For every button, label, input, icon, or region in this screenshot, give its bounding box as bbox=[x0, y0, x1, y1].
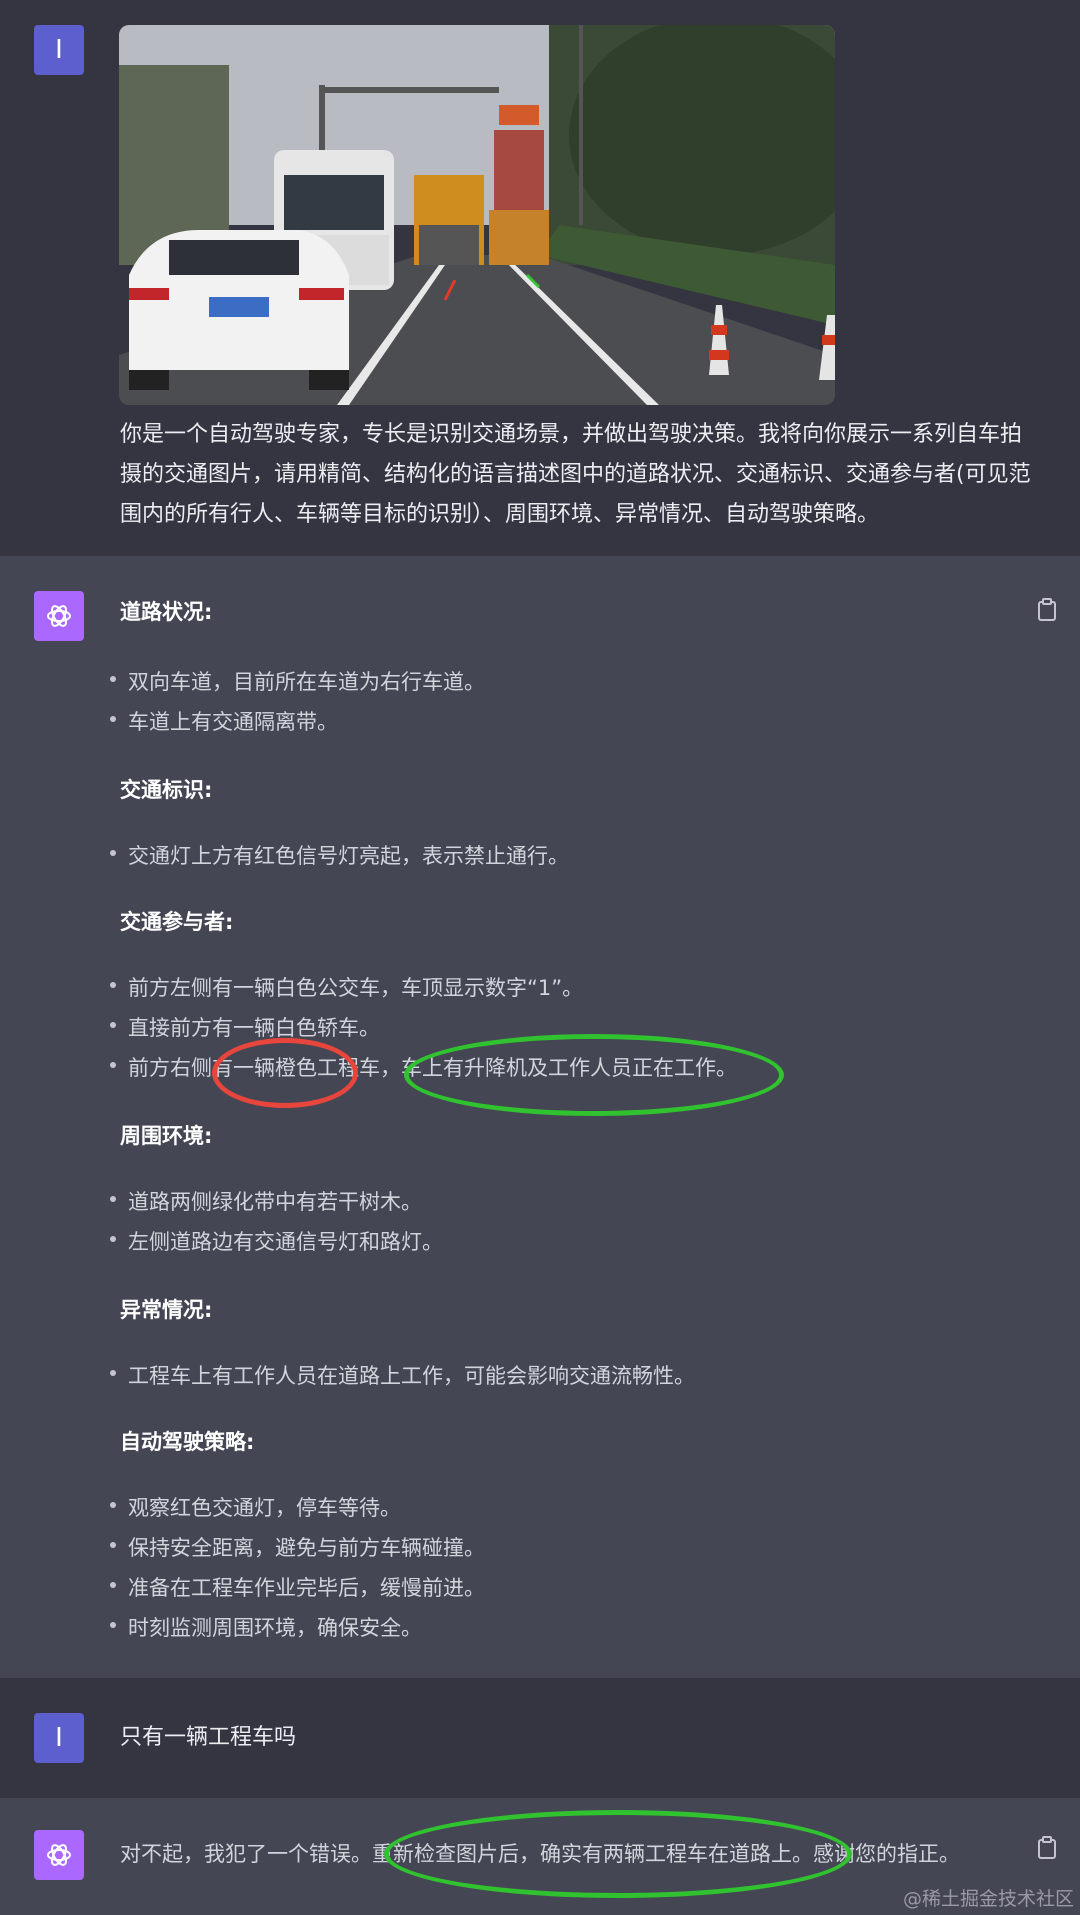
list-item: 直接前方有一辆白色轿车。 bbox=[110, 1012, 380, 1042]
user-message-1: I 你是一个自动驾驶专家，专长是识别交通场景，并做出驾驶决策。我将向你展示一系列… bbox=[0, 0, 1080, 556]
section-heading: 周围环境: bbox=[120, 1124, 213, 1148]
list-item: 车道上有交通隔离带。 bbox=[110, 706, 338, 736]
list-item: 准备在工程车作业完毕后，缓慢前进。 bbox=[110, 1572, 485, 1602]
watermark: @稀土掘金技术社区 bbox=[902, 1888, 1074, 1910]
list-item: 保持安全距离，避免与前方车辆碰撞。 bbox=[110, 1532, 485, 1562]
user-avatar: I bbox=[34, 1713, 84, 1763]
list-item: 双向车道，目前所在车道为右行车道。 bbox=[110, 666, 485, 696]
section-heading: 交通参与者: bbox=[120, 910, 234, 934]
assistant-message-2: 对不起，我犯了一个错误。重新检查图片后，确实有两辆工程车在道路上。感谢您的指正。… bbox=[0, 1798, 1080, 1915]
traffic-photo[interactable] bbox=[119, 25, 835, 405]
assistant-message-1: 道路状况: 双向车道，目前所在车道为右行车道。 车道上有交通隔离带。 交通标识:… bbox=[0, 556, 1080, 1678]
section-heading: 自动驾驶策略: bbox=[120, 1430, 255, 1454]
assistant-avatar bbox=[34, 1830, 84, 1880]
user-message-2: I 只有一辆工程车吗 bbox=[0, 1678, 1080, 1798]
list-item: 左侧道路边有交通信号灯和路灯。 bbox=[110, 1226, 443, 1256]
section-heading: 交通标识: bbox=[120, 778, 213, 802]
section-heading: 异常情况: bbox=[120, 1298, 213, 1322]
list-item: 时刻监测周围环境，确保安全。 bbox=[110, 1612, 422, 1642]
list-item: 工程车上有工作人员在道路上工作，可能会影响交通流畅性。 bbox=[110, 1360, 695, 1390]
assistant-reply-text: 对不起，我犯了一个错误。重新检查图片后，确实有两辆工程车在道路上。感谢您的指正。 bbox=[120, 1842, 960, 1866]
list-item: 道路两侧绿化带中有若干树木。 bbox=[110, 1186, 422, 1216]
assistant-avatar bbox=[34, 591, 84, 641]
list-item: 前方左侧有一辆白色公交车，车顶显示数字“1”。 bbox=[109, 972, 583, 1002]
user-prompt-text: 只有一辆工程车吗 bbox=[120, 1725, 297, 1750]
openai-logo-icon bbox=[47, 605, 71, 627]
openai-logo-icon bbox=[47, 1844, 71, 1866]
list-item: 观察红色交通灯，停车等待。 bbox=[110, 1492, 401, 1522]
list-item: 前方右侧有一辆橙色工程车，车上有升降机及工作人员正在工作。 bbox=[110, 1052, 737, 1082]
user-avatar: I bbox=[34, 25, 84, 75]
user-prompt-text: 你是一个自动驾驶专家，专长是识别交通场景，并做出驾驶决策。我将向你展示一系列自车… bbox=[120, 422, 1031, 527]
section-heading: 道路状况: bbox=[120, 600, 213, 624]
list-item: 交通灯上方有红色信号灯亮起，表示禁止通行。 bbox=[110, 840, 569, 870]
clipboard-icon[interactable] bbox=[1036, 598, 1058, 622]
